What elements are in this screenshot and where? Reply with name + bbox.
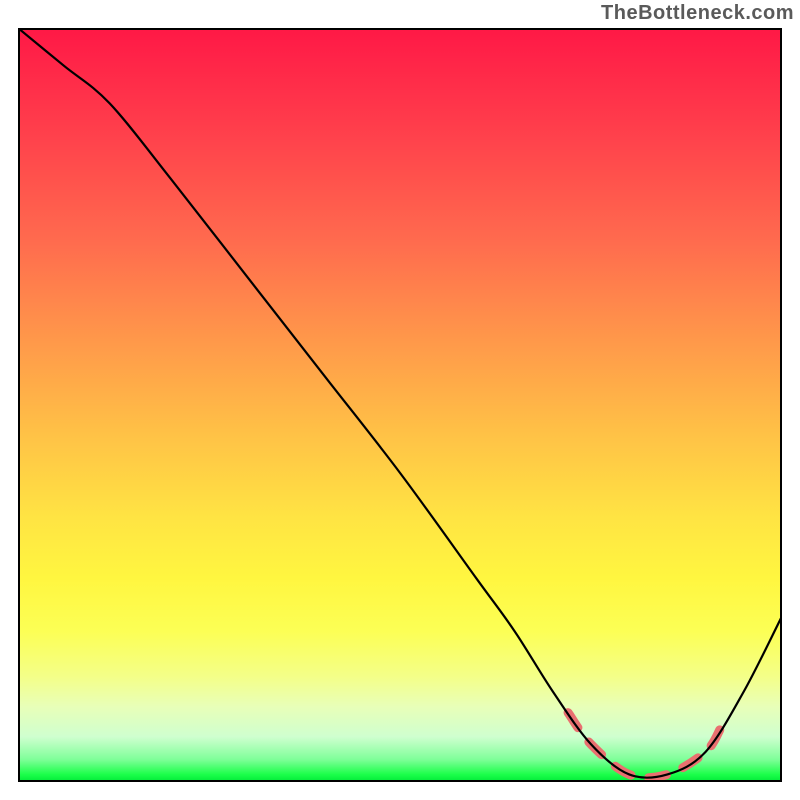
- plot-area: [18, 28, 782, 782]
- bottleneck-chart: TheBottleneck.com: [0, 0, 800, 800]
- curve-layer: [18, 28, 782, 782]
- bottleneck-curve-line: [18, 28, 782, 778]
- attribution-text: TheBottleneck.com: [601, 2, 794, 25]
